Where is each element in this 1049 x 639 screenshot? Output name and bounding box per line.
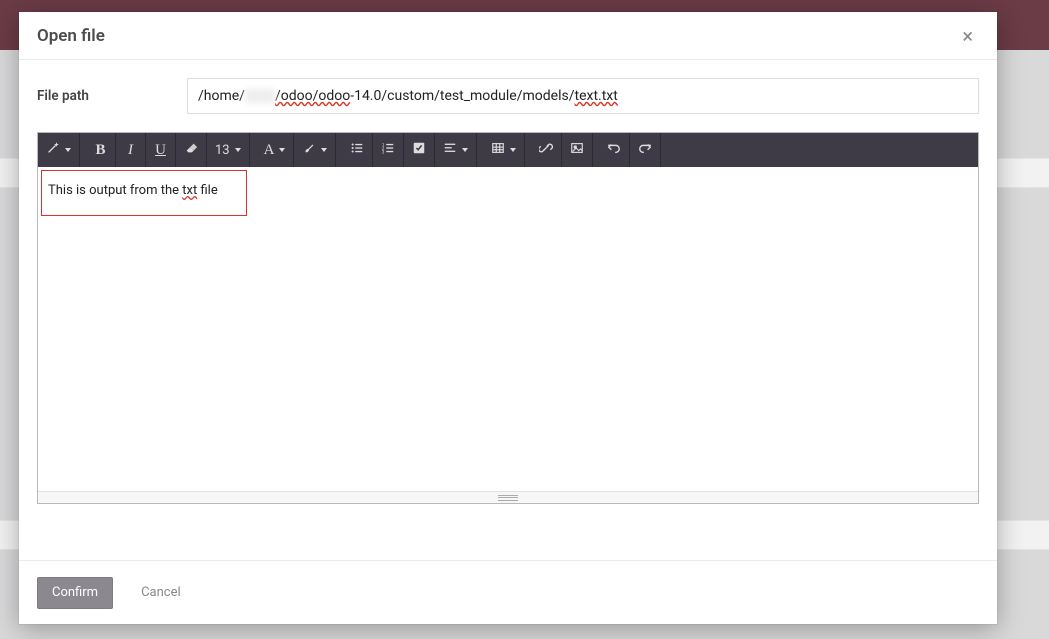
magic-wand-icon (46, 141, 60, 159)
italic-icon: I (128, 142, 133, 159)
image-button[interactable] (562, 133, 592, 167)
align-left-icon (443, 141, 457, 159)
style-dropdown[interactable] (38, 133, 79, 167)
link-button[interactable] (531, 133, 562, 167)
close-button[interactable]: × (956, 20, 979, 52)
undo-icon (607, 141, 621, 159)
ordered-list-button[interactable]: 123 (373, 133, 404, 167)
link-icon (539, 141, 553, 159)
close-icon: × (962, 24, 973, 48)
svg-text:3: 3 (382, 150, 385, 155)
align-dropdown[interactable] (435, 133, 476, 167)
font-size-value: 13 (215, 143, 230, 158)
redo-icon (638, 141, 652, 159)
font-size-dropdown[interactable]: 13 (207, 133, 249, 167)
underline-icon: U (155, 142, 166, 159)
unordered-list-button[interactable] (342, 133, 373, 167)
font-family-dropdown[interactable]: A (256, 133, 295, 167)
redo-button[interactable] (630, 133, 660, 167)
font-icon: A (264, 142, 275, 159)
image-icon (570, 141, 584, 159)
confirm-button-label: Confirm (52, 585, 98, 600)
file-path-input[interactable]: /home/ /odoo/odoo-14.0/custom/test_module… (187, 78, 979, 114)
color-dropdown[interactable] (294, 133, 335, 167)
editor-text-pre: This is output from the (48, 183, 182, 198)
open-file-modal: Open file × File path /home/ /odoo/odoo-1… (19, 12, 997, 624)
grip-lines-icon (498, 495, 518, 501)
content-highlight-box: This is output from the txt file (41, 170, 247, 216)
modal-title: Open file (37, 26, 956, 46)
underline-button[interactable]: U (146, 133, 176, 167)
confirm-button[interactable]: Confirm (37, 577, 113, 609)
editor-toolbar: B I U 13 (38, 133, 978, 167)
file-path-label: File path (37, 88, 167, 104)
file-path-value-pre: /home/ (198, 88, 245, 104)
checklist-button[interactable] (404, 133, 435, 167)
editor-resize-handle[interactable] (38, 491, 978, 503)
list-ol-icon: 123 (381, 141, 395, 159)
eraser-icon (184, 141, 198, 159)
check-square-icon (412, 141, 426, 159)
bold-button[interactable]: B (86, 133, 116, 167)
file-path-value-post: /odoo/odoo-14.0/custom/test_module/model… (275, 88, 618, 104)
clear-format-button[interactable] (176, 133, 207, 167)
editor-text-spell: txt (182, 183, 197, 198)
bold-icon: B (95, 142, 105, 159)
editor-text-post: file (197, 183, 217, 198)
file-path-value-blur (245, 89, 275, 103)
list-ul-icon (350, 141, 364, 159)
rich-text-editor: B I U 13 (37, 132, 979, 504)
editor-content-area[interactable]: This is output from the txt file (38, 167, 978, 491)
paint-brush-icon (302, 141, 316, 159)
cancel-button-label: Cancel (141, 585, 181, 600)
undo-button[interactable] (599, 133, 630, 167)
italic-button[interactable]: I (116, 133, 146, 167)
cancel-button[interactable]: Cancel (127, 577, 195, 609)
table-icon (491, 141, 505, 159)
table-dropdown[interactable] (483, 133, 524, 167)
